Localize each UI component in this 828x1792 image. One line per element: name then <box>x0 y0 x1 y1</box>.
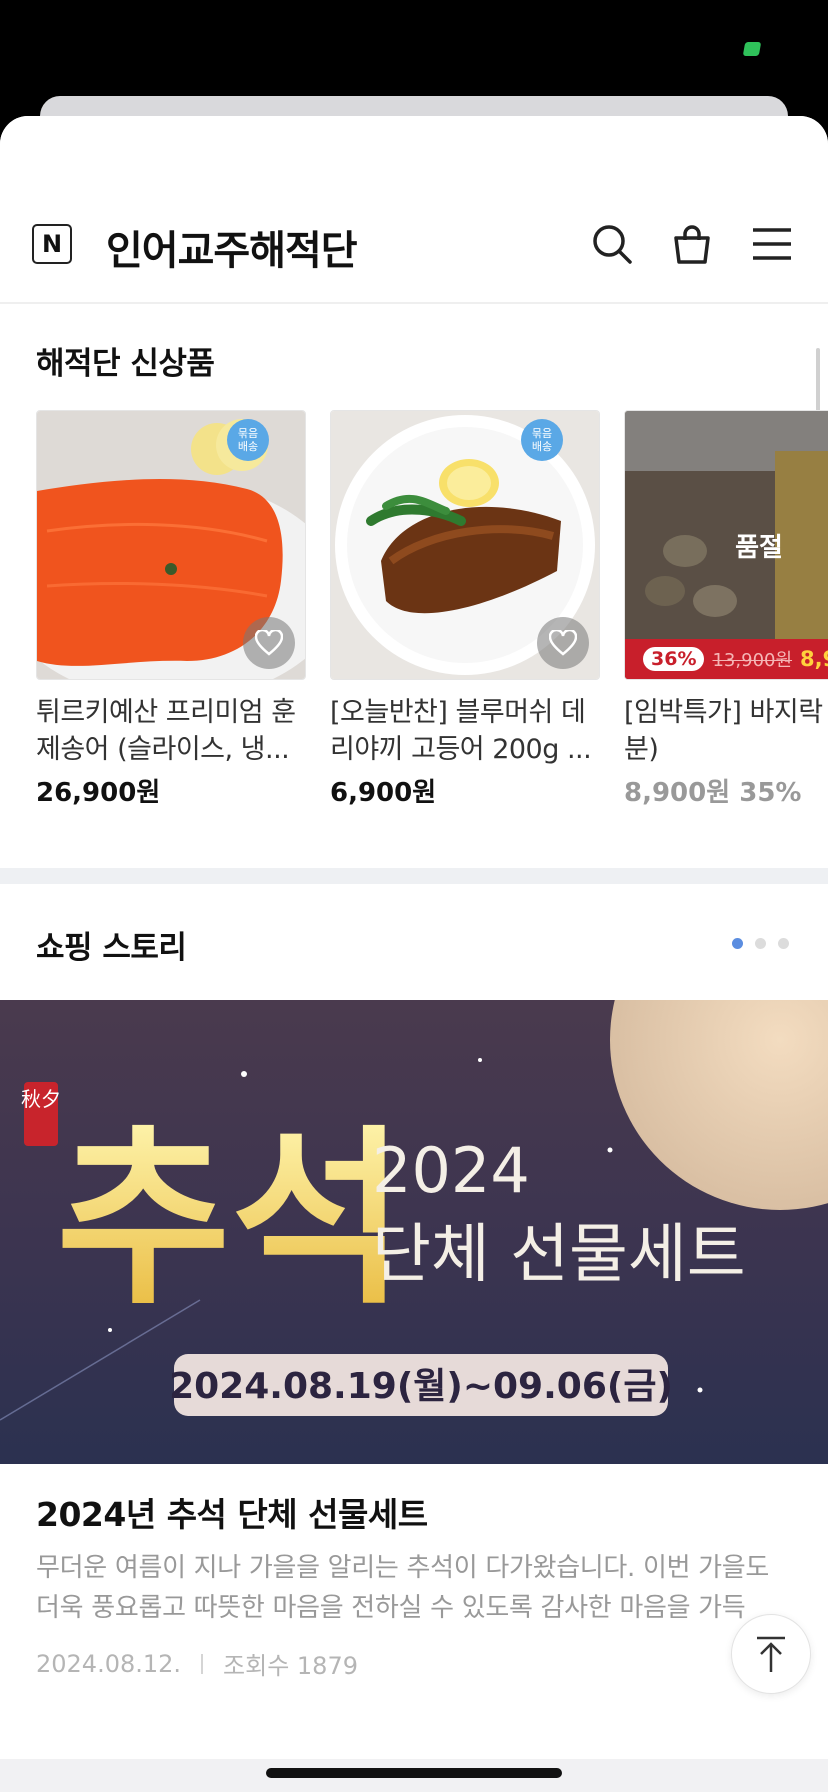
sale-strip: 36% 13,900원 8,9 <box>625 639 828 679</box>
banner-big-text: 추석 <box>56 1109 406 1330</box>
product-price: 6,900원 <box>330 778 437 808</box>
meta-divider <box>201 1653 204 1674</box>
cart-bag-icon[interactable] <box>670 222 714 266</box>
sale-percent: 36% <box>643 647 705 671</box>
wishlist-heart-icon[interactable] <box>243 617 295 669</box>
product-name[interactable]: [오늘반찬] 블루머쉬 데리야끼 고등어 200g ... <box>330 694 600 768</box>
pager-dot[interactable] <box>778 938 789 949</box>
pager-dot[interactable] <box>755 938 766 949</box>
story-date: 2024.08.12. <box>36 1649 182 1678</box>
product-image[interactable]: 묶음 배송 <box>330 410 600 680</box>
story-views: 조회수 1879 <box>223 1652 358 1680</box>
banner-subtitle: 단체 선물세트 <box>372 1218 746 1292</box>
bundle-shipping-badge: 묶음 배송 <box>227 419 269 461</box>
brand-name[interactable]: 인어교주해적단 <box>106 218 358 276</box>
product-card[interactable]: 묶음 배송 튀르키예산 프리미엄 훈제송어 (슬라이스, 냉... 26,900… <box>36 410 306 809</box>
banner-year: 2024 <box>372 1134 530 1207</box>
brand-logo[interactable]: N <box>32 224 72 264</box>
scroll-to-top-button[interactable] <box>731 1614 811 1694</box>
wishlist-heart-icon[interactable] <box>537 617 589 669</box>
product-card[interactable]: 묶음 배송 [오늘반찬] 블루머쉬 데리야끼 고등어 200g ... 6,90… <box>330 410 600 809</box>
product-card[interactable]: 품절 36% 13,900원 8,9 [임박특가] 바지락 (2인분) 8,90… <box>624 410 828 809</box>
shopping-story-title: 쇼핑 스토리 <box>36 930 187 966</box>
section-divider <box>0 868 828 884</box>
discount-rate: 35% <box>739 778 802 808</box>
product-image[interactable]: 묶음 배송 <box>36 410 306 680</box>
menu-icon[interactable] <box>750 222 794 266</box>
product-name[interactable]: 튀르키예산 프리미엄 훈제송어 (슬라이스, 냉... <box>36 694 306 768</box>
banner-seal: 秋夕 <box>21 1087 61 1111</box>
story-meta: 2024.08.12. 조회수 1879 <box>36 1646 358 1681</box>
product-price: 8,900원 35% <box>624 778 802 808</box>
story-pager <box>732 938 789 949</box>
new-products-title: 해적단 신상품 <box>36 346 215 382</box>
story-title[interactable]: 2024년 추석 단체 선물세트 <box>36 1488 428 1536</box>
product-image[interactable]: 품절 36% 13,900원 8,9 <box>624 410 828 680</box>
story-banner[interactable]: 秋夕 추석 2024 단체 선물세트 2024.08.19(월)~09.06(금… <box>0 1000 828 1464</box>
bundle-shipping-badge: 묶음 배송 <box>521 419 563 461</box>
app-sheet: N 인어교주해적단 해적단 신상품 묶음 배송 튀르키예산 프리미엄 훈제송어 … <box>0 116 828 1792</box>
arrow-up-icon <box>757 1636 785 1672</box>
status-indicator-icon <box>742 42 762 56</box>
story-description: 무더운 여름이 지나 가을을 알리는 추석이 다가왔습니다. 이번 가을도 더욱… <box>36 1553 770 1623</box>
search-icon[interactable] <box>590 222 634 266</box>
original-price: 13,900원 <box>712 650 793 671</box>
banner-date-range: 2024.08.19(월)~09.06(금) <box>169 1366 673 1407</box>
home-indicator[interactable] <box>266 1768 562 1778</box>
app-header: N 인어교주해적단 <box>0 116 828 304</box>
sale-price: 8,9 <box>800 647 828 671</box>
product-price: 26,900원 <box>36 778 161 808</box>
banner-artwork: 秋夕 추석 2024 단체 선물세트 2024.08.19(월)~09.06(금… <box>0 1000 828 1421</box>
product-name[interactable]: [임박특가] 바지락 (2인분) <box>624 694 828 768</box>
pager-dot[interactable] <box>732 938 743 949</box>
status-bar <box>0 0 828 100</box>
